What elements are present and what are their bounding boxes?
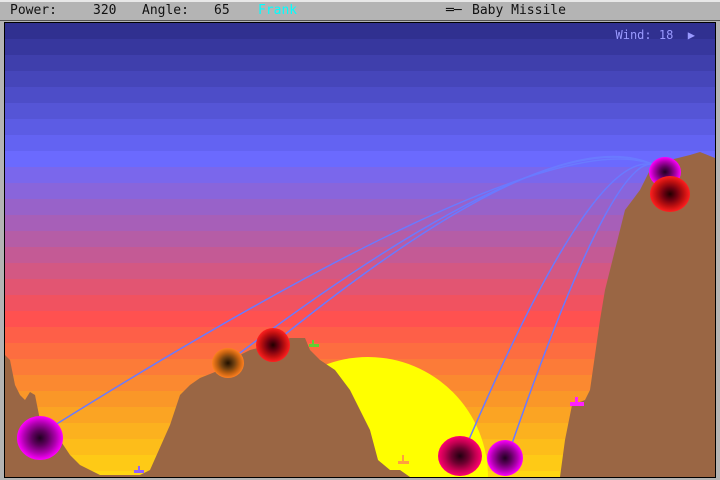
angle-label: Angle: <box>142 3 189 18</box>
sky-band <box>5 135 715 151</box>
sky-band <box>5 39 715 55</box>
sky-band <box>5 55 715 71</box>
sky-band <box>5 87 715 103</box>
power-value: 320 <box>93 3 117 18</box>
sky-band <box>5 119 715 135</box>
status-bar: Power: 320 Angle: 65 Frank ═─ Baby Missi… <box>0 0 720 21</box>
sky-band <box>5 167 715 183</box>
wind-value: 18 <box>658 28 674 42</box>
explosion-crater <box>256 328 290 362</box>
sky-band <box>5 71 715 87</box>
wind-arrow-right-icon: ▶ <box>687 28 695 42</box>
angle-value: 65 <box>214 3 230 18</box>
sky-band <box>5 23 715 39</box>
battlefield-canvas[interactable] <box>5 23 715 477</box>
weapon-name[interactable]: Baby Missile <box>472 3 566 18</box>
battlefield[interactable]: Wind: 18 ▶ <box>4 22 716 478</box>
sky-band <box>5 103 715 119</box>
player-name: Frank <box>258 3 298 18</box>
explosion-crater <box>438 436 482 476</box>
missile-icon: ═─ <box>446 3 462 18</box>
explosion-crater <box>17 416 63 460</box>
explosion-crater <box>650 176 690 212</box>
wind-label: Wind: <box>615 28 652 42</box>
explosion-crater <box>487 440 523 476</box>
explosion-crater <box>212 348 244 378</box>
sky-band <box>5 199 715 215</box>
sky-band <box>5 231 715 247</box>
wind-indicator: Wind: 18 ▶ <box>616 28 696 42</box>
sky-band <box>5 215 715 231</box>
power-label: Power: <box>10 3 57 18</box>
